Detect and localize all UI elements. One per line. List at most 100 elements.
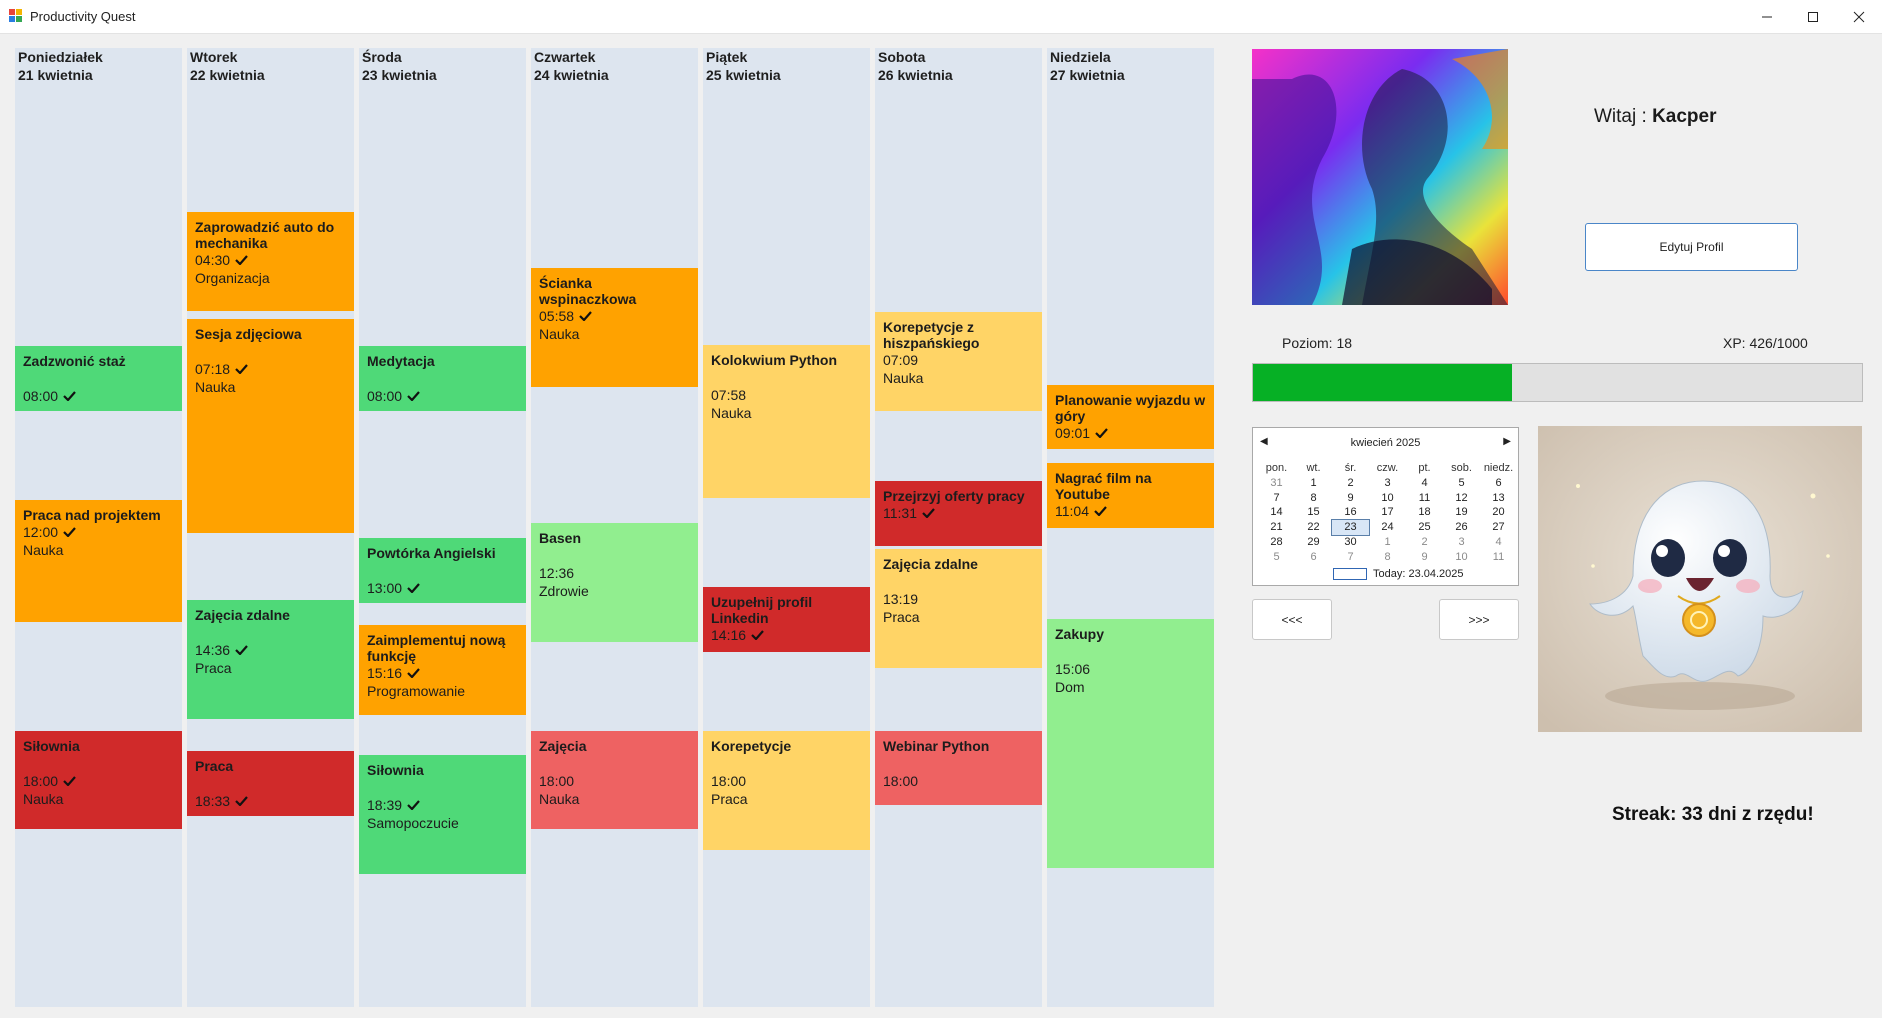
task-card[interactable]: Przejrzyj oferty pracy 11:31 <box>875 481 1042 546</box>
task-card[interactable]: Zaprowadzić auto do mechanika 04:30 Organi… <box>187 212 354 311</box>
task-title: Zaprowadzić auto do mechanika <box>195 219 335 251</box>
calendar-day[interactable]: 23 <box>1331 519 1370 536</box>
task-time-row: 11:31 <box>883 504 1034 522</box>
calendar-day[interactable]: 19 <box>1443 505 1480 520</box>
calendar-day[interactable]: 16 <box>1332 505 1369 520</box>
calendar-day[interactable]: 31 <box>1258 476 1295 491</box>
calendar-day[interactable]: 24 <box>1369 520 1406 535</box>
task-category: Nauka <box>23 791 64 807</box>
calendar-grid: pon. wt. śr. czw. pt. sob. niedz. 31 1 2 3 4 5 6 7 8 9 10… <box>1258 461 1517 565</box>
task-card[interactable]: Ścianka wspinaczkowa 05:58 Nauka <box>531 268 698 387</box>
task-card[interactable]: Powtórka Angielski 13:00 <box>359 538 526 603</box>
edit-profile-button[interactable]: Edytuj Profil <box>1585 223 1798 271</box>
minimize-button[interactable] <box>1744 0 1790 33</box>
task-card[interactable]: Siłownia 18:00 Nauka <box>15 731 182 829</box>
calendar-day[interactable]: 17 <box>1369 505 1406 520</box>
calendar-day[interactable]: 4 <box>1480 535 1517 550</box>
calendar-day[interactable]: 2 <box>1332 476 1369 491</box>
calendar-day[interactable]: 28 <box>1258 535 1295 550</box>
task-card[interactable]: Praca 18:33 <box>187 751 354 816</box>
calendar-day[interactable]: 10 <box>1369 491 1406 506</box>
calendar-day[interactable]: 14 <box>1258 505 1295 520</box>
calendar-day[interactable]: 9 <box>1406 550 1443 565</box>
calendar-day[interactable]: 13 <box>1480 491 1517 506</box>
task-title: Przejrzyj oferty pracy <box>883 488 1025 504</box>
calendar-day[interactable]: 29 <box>1295 535 1332 550</box>
task-time-row: 13:19 <box>883 590 1034 608</box>
calendar-day[interactable]: 7 <box>1332 550 1369 565</box>
day-header: Wtorek 22 kwietnia <box>190 48 265 84</box>
task-card[interactable]: Korepetycje 18:00 Praca <box>703 731 870 850</box>
task-time: 18:33 <box>195 793 231 809</box>
calendar-day[interactable]: 26 <box>1443 520 1480 535</box>
task-card[interactable]: Kolokwium Python 07:58 Nauka <box>703 345 870 498</box>
calendar-day[interactable]: 8 <box>1295 491 1332 506</box>
task-title: Zaimplementuj nową funkcję <box>367 632 506 664</box>
month-calendar[interactable]: ◀ kwiecień 2025 ▶ pon. wt. śr. czw. pt. sob. n… <box>1252 427 1519 586</box>
task-time-row: 14:36 <box>195 641 346 659</box>
calendar-day[interactable]: 6 <box>1480 476 1517 491</box>
checkmark-icon <box>63 776 76 786</box>
task-title: Siłownia <box>367 762 424 778</box>
task-time-row: 12:00 <box>23 523 174 541</box>
calendar-day[interactable]: 11 <box>1406 491 1443 506</box>
calendar-day[interactable]: 4 <box>1406 476 1443 491</box>
task-card[interactable]: Planowanie wyjazdu w góry 09:01 <box>1047 385 1214 449</box>
calendar-day[interactable]: 27 <box>1480 520 1517 535</box>
task-card[interactable]: Zakupy 15:06 Dom <box>1047 619 1214 868</box>
task-card[interactable]: Zajęcia zdalne 13:19 Praca <box>875 549 1042 668</box>
task-card[interactable]: Medytacja 08:00 <box>359 346 526 411</box>
calendar-day[interactable]: 5 <box>1443 476 1480 491</box>
day-date: 26 kwietnia <box>878 67 953 83</box>
calendar-day[interactable]: 15 <box>1295 505 1332 520</box>
task-time: 18:00 <box>883 773 919 789</box>
task-card[interactable]: Zajęcia zdalne 14:36 Praca <box>187 600 354 719</box>
calendar-day[interactable]: 3 <box>1443 535 1480 550</box>
calendar-day[interactable]: 30 <box>1332 535 1369 550</box>
task-card[interactable]: Basen 12:36 Zdrowie <box>531 523 698 642</box>
calendar-day[interactable]: 21 <box>1258 520 1295 535</box>
task-card[interactable]: Praca nad projektem 12:00 Nauka <box>15 500 182 622</box>
task-card[interactable]: Uzupełnij profil Linkedin 14:16 <box>703 587 870 652</box>
calendar-day[interactable]: 11 <box>1480 550 1517 565</box>
calendar-day[interactable]: 7 <box>1258 491 1295 506</box>
calendar-month-label[interactable]: kwiecień 2025 <box>1253 437 1518 449</box>
calendar-day[interactable]: 3 <box>1369 476 1406 491</box>
task-card[interactable]: Siłownia 18:39 Samopoczucie <box>359 755 526 874</box>
task-card[interactable]: Webinar Python 18:00 <box>875 731 1042 805</box>
profile-avatar[interactable] <box>1252 49 1508 305</box>
calendar-day[interactable]: 6 <box>1295 550 1332 565</box>
task-category: Praca <box>883 609 920 625</box>
next-week-button[interactable]: >>> <box>1439 599 1519 640</box>
calendar-day[interactable]: 5 <box>1258 550 1295 565</box>
calendar-day[interactable]: 10 <box>1443 550 1480 565</box>
task-card[interactable]: Sesja zdjęciowa 07:18 Nauka <box>187 319 354 533</box>
calendar-day[interactable]: 20 <box>1480 505 1517 520</box>
calendar-day[interactable]: 12 <box>1443 491 1480 506</box>
calendar-today[interactable]: Today: 23.04.2025 <box>1333 568 1464 580</box>
task-card[interactable]: Zadzwonić staż 08:00 <box>15 346 182 411</box>
calendar-day[interactable]: 1 <box>1369 535 1406 550</box>
task-time-row: 18:00 <box>539 772 690 790</box>
task-card[interactable]: Nagrać film na Youtube 11:04 <box>1047 463 1214 528</box>
calendar-day[interactable]: 2 <box>1406 535 1443 550</box>
calendar-next-icon[interactable]: ▶ <box>1503 436 1511 447</box>
prev-week-button[interactable]: <<< <box>1252 599 1332 640</box>
task-title: Zajęcia zdalne <box>883 556 978 572</box>
calendar-day[interactable]: 8 <box>1369 550 1406 565</box>
calendar-day[interactable]: 25 <box>1406 520 1443 535</box>
day-header: Poniedziałek 21 kwietnia <box>18 48 103 84</box>
calendar-day[interactable]: 22 <box>1295 520 1332 535</box>
task-time: 04:30 <box>195 252 231 268</box>
maximize-button[interactable] <box>1790 0 1836 33</box>
task-time-row: 14:16 <box>711 626 862 644</box>
calendar-weekday: sob. <box>1451 462 1472 474</box>
close-button[interactable] <box>1836 0 1882 33</box>
task-card[interactable]: Zajęcia 18:00 Nauka <box>531 731 698 829</box>
calendar-day[interactable]: 18 <box>1406 505 1443 520</box>
task-card[interactable]: Zaimplementuj nową funkcję 15:16 Programow… <box>359 625 526 715</box>
calendar-day[interactable]: 9 <box>1332 491 1369 506</box>
window-title: Productivity Quest <box>30 9 136 24</box>
task-card[interactable]: Korepetycje z hiszpańskiego 07:09 Nauka <box>875 312 1042 411</box>
calendar-day[interactable]: 1 <box>1295 476 1332 491</box>
